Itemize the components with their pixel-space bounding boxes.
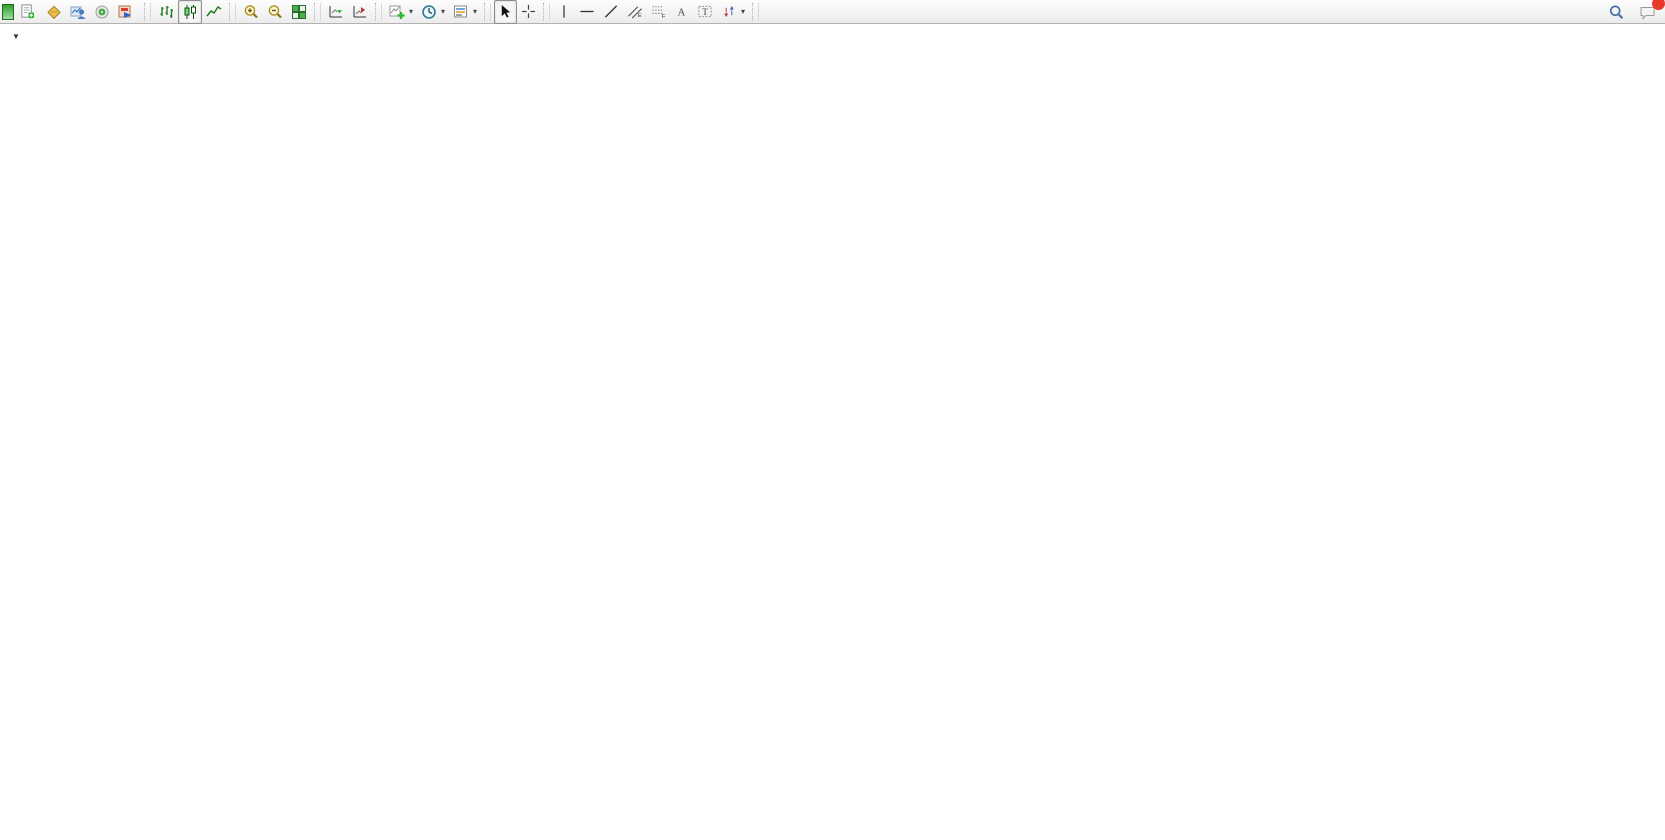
text-label-icon: T (697, 4, 713, 19)
separator (144, 3, 151, 21)
tile-windows-button[interactable] (287, 0, 311, 24)
svg-text:A: A (678, 7, 686, 18)
periods-button[interactable]: ▾ (417, 0, 449, 24)
autotrading-button[interactable] (114, 0, 141, 24)
separator (543, 3, 550, 21)
line-chart-icon (206, 4, 222, 20)
bar-chart-button[interactable] (154, 0, 178, 24)
gold-diamond-icon (46, 4, 62, 20)
auto-scroll-button[interactable] (324, 0, 348, 24)
pointer-group (494, 1, 540, 23)
zoom-in-icon (243, 4, 259, 20)
horizontal-line-icon (579, 4, 595, 19)
text-icon: A (675, 4, 689, 19)
zoom-out-icon (267, 4, 283, 20)
separator (314, 3, 321, 21)
objects-group: E F A T ▾ (553, 1, 749, 23)
auto-scroll-icon (328, 4, 344, 20)
scroll-group (324, 1, 372, 23)
tile-windows-icon (291, 4, 307, 20)
search-button[interactable] (1604, 0, 1629, 24)
line-chart-button[interactable] (202, 0, 226, 24)
chevron-down-icon: ▾ (473, 7, 477, 16)
new-order-button[interactable] (16, 0, 42, 24)
text-button[interactable]: A (671, 0, 693, 24)
market-watch-person-icon (70, 4, 86, 20)
zoom-in-button[interactable] (239, 0, 263, 24)
chart-area[interactable]: ▼ (0, 24, 1665, 840)
chart-type-group (154, 1, 226, 23)
templates-icon (453, 4, 469, 20)
notification-badge (1652, 0, 1665, 10)
svg-text:F: F (662, 14, 666, 19)
indicators-button[interactable]: ▾ (385, 0, 417, 24)
trendline-icon (603, 4, 619, 19)
chart-title-row: ▼ (12, 32, 30, 41)
autotrading-icon (118, 4, 134, 20)
channel-button[interactable]: E (623, 0, 647, 24)
separator (484, 3, 491, 21)
insert-group: ▾ ▾ ▾ (385, 1, 481, 23)
horizontal-line-button[interactable] (575, 0, 599, 24)
zoom-group (239, 1, 311, 23)
chevron-down-icon: ▾ (409, 7, 413, 16)
text-label-button[interactable]: T (693, 0, 717, 24)
separator (375, 3, 382, 21)
market-watch-button[interactable] (66, 0, 90, 24)
crosshair-button[interactable] (517, 0, 540, 24)
periods-clock-icon (421, 4, 437, 20)
shapes-arrows-button[interactable]: ▾ (717, 0, 749, 24)
notifications-button[interactable] (1635, 0, 1661, 24)
chart-window-button[interactable] (42, 0, 66, 24)
separator (752, 3, 759, 21)
svg-text:T: T (702, 8, 708, 18)
svg-text:E: E (638, 13, 642, 19)
shapes-arrows-icon (721, 4, 737, 19)
vertical-line-icon (557, 4, 571, 19)
indicators-add-icon (389, 4, 405, 20)
toolbar-right (1604, 0, 1661, 24)
separator (229, 3, 236, 21)
signals-button[interactable] (90, 0, 114, 24)
chart-shift-button[interactable] (348, 0, 372, 24)
main-toolbar: ▾ ▾ ▾ (0, 0, 1665, 24)
trendline-button[interactable] (599, 0, 623, 24)
chevron-down-icon: ▾ (441, 7, 445, 16)
crosshair-icon (521, 4, 536, 19)
window-icon (2, 4, 14, 20)
zoom-out-button[interactable] (263, 0, 287, 24)
fibonacci-button[interactable]: F (647, 0, 671, 24)
channel-icon: E (627, 4, 643, 19)
signals-orb-icon (94, 4, 110, 20)
one-click-dropdown-icon[interactable]: ▼ (12, 32, 20, 41)
chart-shift-icon (352, 4, 368, 20)
fibonacci-icon: F (651, 4, 667, 19)
new-order-icon (20, 4, 35, 19)
mt4-window: ▾ ▾ ▾ (0, 0, 1665, 840)
cursor-button[interactable] (494, 0, 517, 24)
chart-canvas[interactable] (0, 24, 1665, 840)
chevron-down-icon: ▾ (741, 7, 745, 16)
trade-group (16, 1, 141, 23)
search-icon (1608, 4, 1625, 21)
candlestick-chart-icon (182, 4, 198, 20)
templates-button[interactable]: ▾ (449, 0, 481, 24)
candlestick-chart-button[interactable] (178, 0, 202, 24)
cursor-icon (498, 4, 513, 19)
bar-chart-icon (158, 4, 174, 20)
vertical-line-button[interactable] (553, 0, 575, 24)
